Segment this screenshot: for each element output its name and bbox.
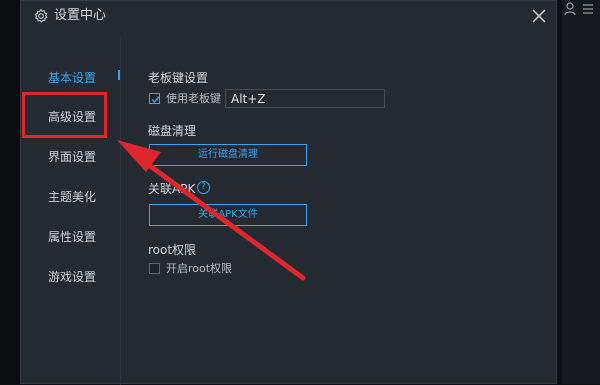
gear-icon (34, 8, 48, 23)
root-permission-title: root权限 (148, 243, 197, 257)
dialog-titlebar: 设置中心 (21, 1, 556, 31)
background-toolbar (560, 2, 600, 20)
help-icon[interactable]: ? (197, 181, 210, 194)
annotation-highlight-box (22, 92, 107, 138)
boss-key-hotkey-input[interactable] (225, 89, 385, 108)
root-permission-checkbox[interactable] (149, 263, 160, 274)
run-disk-cleanup-button[interactable]: 运行磁盘清理 (149, 144, 307, 166)
sidebar-item-game-settings[interactable]: 游戏设置 (48, 269, 96, 285)
sidebar-item-theme[interactable]: 主题美化 (48, 189, 96, 205)
sidebar-item-basic-settings[interactable]: 基本设置 (48, 70, 96, 86)
associate-apk-button[interactable]: 关联APK文件 (149, 204, 307, 226)
sidebar-item-interface-settings[interactable]: 界面设置 (48, 149, 96, 165)
background-left (0, 0, 20, 384)
close-icon[interactable] (530, 7, 548, 25)
disk-cleanup-title: 磁盘清理 (148, 124, 197, 138)
boss-key-checkbox-label: 使用老板键 (166, 92, 221, 105)
dialog-title: 设置中心 (54, 8, 107, 23)
associate-apk-title: 关联APK (148, 182, 196, 196)
boss-key-title: 老板键设置 (148, 71, 209, 85)
sidebar-item-property-settings[interactable]: 属性设置 (48, 229, 96, 245)
background-right-panel (562, 0, 600, 384)
active-tab-indicator (118, 70, 120, 80)
menu-icon[interactable] (582, 2, 594, 16)
sidebar-divider (120, 37, 121, 385)
boss-key-checkbox[interactable] (149, 93, 160, 104)
user-icon[interactable] (564, 2, 576, 16)
root-permission-checkbox-label: 开启root权限 (166, 262, 233, 275)
checkmark-icon (151, 96, 160, 104)
settings-dialog: 设置中心 基本设置 高级设置 界面设置 主题美化 属性设置 游戏设置 老板键设置… (20, 0, 557, 385)
